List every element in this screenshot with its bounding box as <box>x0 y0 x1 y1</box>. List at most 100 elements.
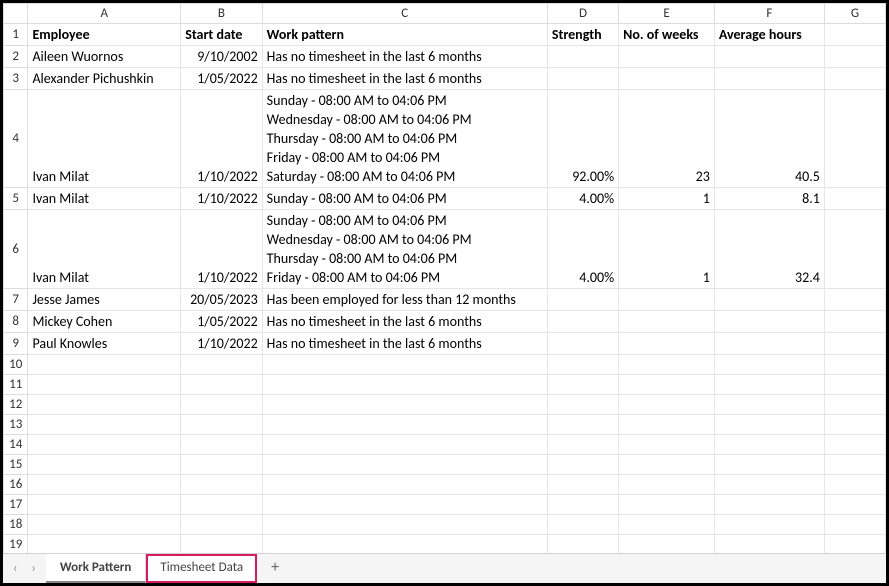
cell-D7[interactable] <box>547 289 618 311</box>
cell-G10[interactable] <box>824 355 885 375</box>
cell-D2[interactable] <box>547 46 618 68</box>
cell-F1[interactable]: Average hours <box>714 24 824 46</box>
cell-D16[interactable] <box>547 475 618 495</box>
cell-G2[interactable] <box>824 46 885 68</box>
cell-B17[interactable] <box>181 495 262 515</box>
cell-A19[interactable] <box>28 535 181 554</box>
row-header-15[interactable]: 15 <box>4 455 28 475</box>
col-header-C[interactable]: C <box>262 4 547 24</box>
cell-E5[interactable]: 1 <box>619 188 715 210</box>
cell-B3[interactable]: 1/05/2022 <box>181 68 262 90</box>
cell-G13[interactable] <box>824 415 885 435</box>
cell-C2[interactable]: Has no timesheet in the last 6 months <box>262 46 547 68</box>
cell-C10[interactable] <box>262 355 547 375</box>
row-header-8[interactable]: 8 <box>4 311 28 333</box>
cell-C19[interactable] <box>262 535 547 554</box>
cell-D1[interactable]: Strength <box>547 24 618 46</box>
cell-E6[interactable]: 1 <box>619 210 715 289</box>
cell-C12[interactable] <box>262 395 547 415</box>
cell-D11[interactable] <box>547 375 618 395</box>
row-header-12[interactable]: 12 <box>4 395 28 415</box>
row-header-19[interactable]: 19 <box>4 535 28 554</box>
cell-C18[interactable] <box>262 515 547 535</box>
spreadsheet-grid[interactable]: A B C D E F G 1 Employee Start date Work… <box>3 3 886 553</box>
row-header-14[interactable]: 14 <box>4 435 28 455</box>
cell-B1[interactable]: Start date <box>181 24 262 46</box>
cell-E11[interactable] <box>619 375 715 395</box>
tab-next-icon[interactable]: › <box>31 561 35 576</box>
cell-A4[interactable]: Ivan Milat <box>28 90 181 188</box>
cell-D9[interactable] <box>547 333 618 355</box>
col-header-F[interactable]: F <box>714 4 824 24</box>
cell-A5[interactable]: Ivan Milat <box>28 188 181 210</box>
cell-G5[interactable] <box>824 188 885 210</box>
cell-F16[interactable] <box>714 475 824 495</box>
cell-F8[interactable] <box>714 311 824 333</box>
row-header-2[interactable]: 2 <box>4 46 28 68</box>
cell-G16[interactable] <box>824 475 885 495</box>
cell-C1[interactable]: Work pattern <box>262 24 547 46</box>
cell-G17[interactable] <box>824 495 885 515</box>
cell-E15[interactable] <box>619 455 715 475</box>
cell-G9[interactable] <box>824 333 885 355</box>
cell-B7[interactable]: 20/05/2023 <box>181 289 262 311</box>
cell-D10[interactable] <box>547 355 618 375</box>
cell-F15[interactable] <box>714 455 824 475</box>
cell-A17[interactable] <box>28 495 181 515</box>
cell-E16[interactable] <box>619 475 715 495</box>
cell-E1[interactable]: No. of weeks <box>619 24 715 46</box>
cell-C9[interactable]: Has no timesheet in the last 6 months <box>262 333 547 355</box>
cell-G18[interactable] <box>824 515 885 535</box>
row-header-11[interactable]: 11 <box>4 375 28 395</box>
cell-B14[interactable] <box>181 435 262 455</box>
cell-F11[interactable] <box>714 375 824 395</box>
cell-E14[interactable] <box>619 435 715 455</box>
cell-B5[interactable]: 1/10/2022 <box>181 188 262 210</box>
cell-D17[interactable] <box>547 495 618 515</box>
cell-C14[interactable] <box>262 435 547 455</box>
cell-G8[interactable] <box>824 311 885 333</box>
cell-A7[interactable]: Jesse James <box>28 289 181 311</box>
cell-A9[interactable]: Paul Knowles <box>28 333 181 355</box>
cell-E17[interactable] <box>619 495 715 515</box>
cell-C6[interactable]: Sunday - 08:00 AM to 04:06 PM Wednesday … <box>262 210 547 289</box>
cell-A14[interactable] <box>28 435 181 455</box>
cell-G11[interactable] <box>824 375 885 395</box>
row-header-7[interactable]: 7 <box>4 289 28 311</box>
cell-G12[interactable] <box>824 395 885 415</box>
cell-A12[interactable] <box>28 395 181 415</box>
cell-G1[interactable] <box>824 24 885 46</box>
cell-E7[interactable] <box>619 289 715 311</box>
tab-timesheet-data[interactable]: Timesheet Data <box>146 554 257 583</box>
cell-D19[interactable] <box>547 535 618 554</box>
cell-G15[interactable] <box>824 455 885 475</box>
cell-G3[interactable] <box>824 68 885 90</box>
cell-B13[interactable] <box>181 415 262 435</box>
cell-G14[interactable] <box>824 435 885 455</box>
cell-F2[interactable] <box>714 46 824 68</box>
cell-C8[interactable]: Has no timesheet in the last 6 months <box>262 311 547 333</box>
cell-D12[interactable] <box>547 395 618 415</box>
row-header-3[interactable]: 3 <box>4 68 28 90</box>
cell-C17[interactable] <box>262 495 547 515</box>
cell-F14[interactable] <box>714 435 824 455</box>
cell-B4[interactable]: 1/10/2022 <box>181 90 262 188</box>
cell-F9[interactable] <box>714 333 824 355</box>
cell-E2[interactable] <box>619 46 715 68</box>
cell-B15[interactable] <box>181 455 262 475</box>
cell-F6[interactable]: 32.4 <box>714 210 824 289</box>
col-header-B[interactable]: B <box>181 4 262 24</box>
cell-D3[interactable] <box>547 68 618 90</box>
cell-D8[interactable] <box>547 311 618 333</box>
cell-F10[interactable] <box>714 355 824 375</box>
tab-prev-icon[interactable]: ‹ <box>13 561 17 576</box>
row-header-4[interactable]: 4 <box>4 90 28 188</box>
col-header-D[interactable]: D <box>547 4 618 24</box>
col-header-E[interactable]: E <box>619 4 715 24</box>
cell-D5[interactable]: 4.00% <box>547 188 618 210</box>
cell-B18[interactable] <box>181 515 262 535</box>
col-header-G[interactable]: G <box>824 4 885 24</box>
cell-E3[interactable] <box>619 68 715 90</box>
cell-A2[interactable]: Aileen Wuornos <box>28 46 181 68</box>
cell-G4[interactable] <box>824 90 885 188</box>
